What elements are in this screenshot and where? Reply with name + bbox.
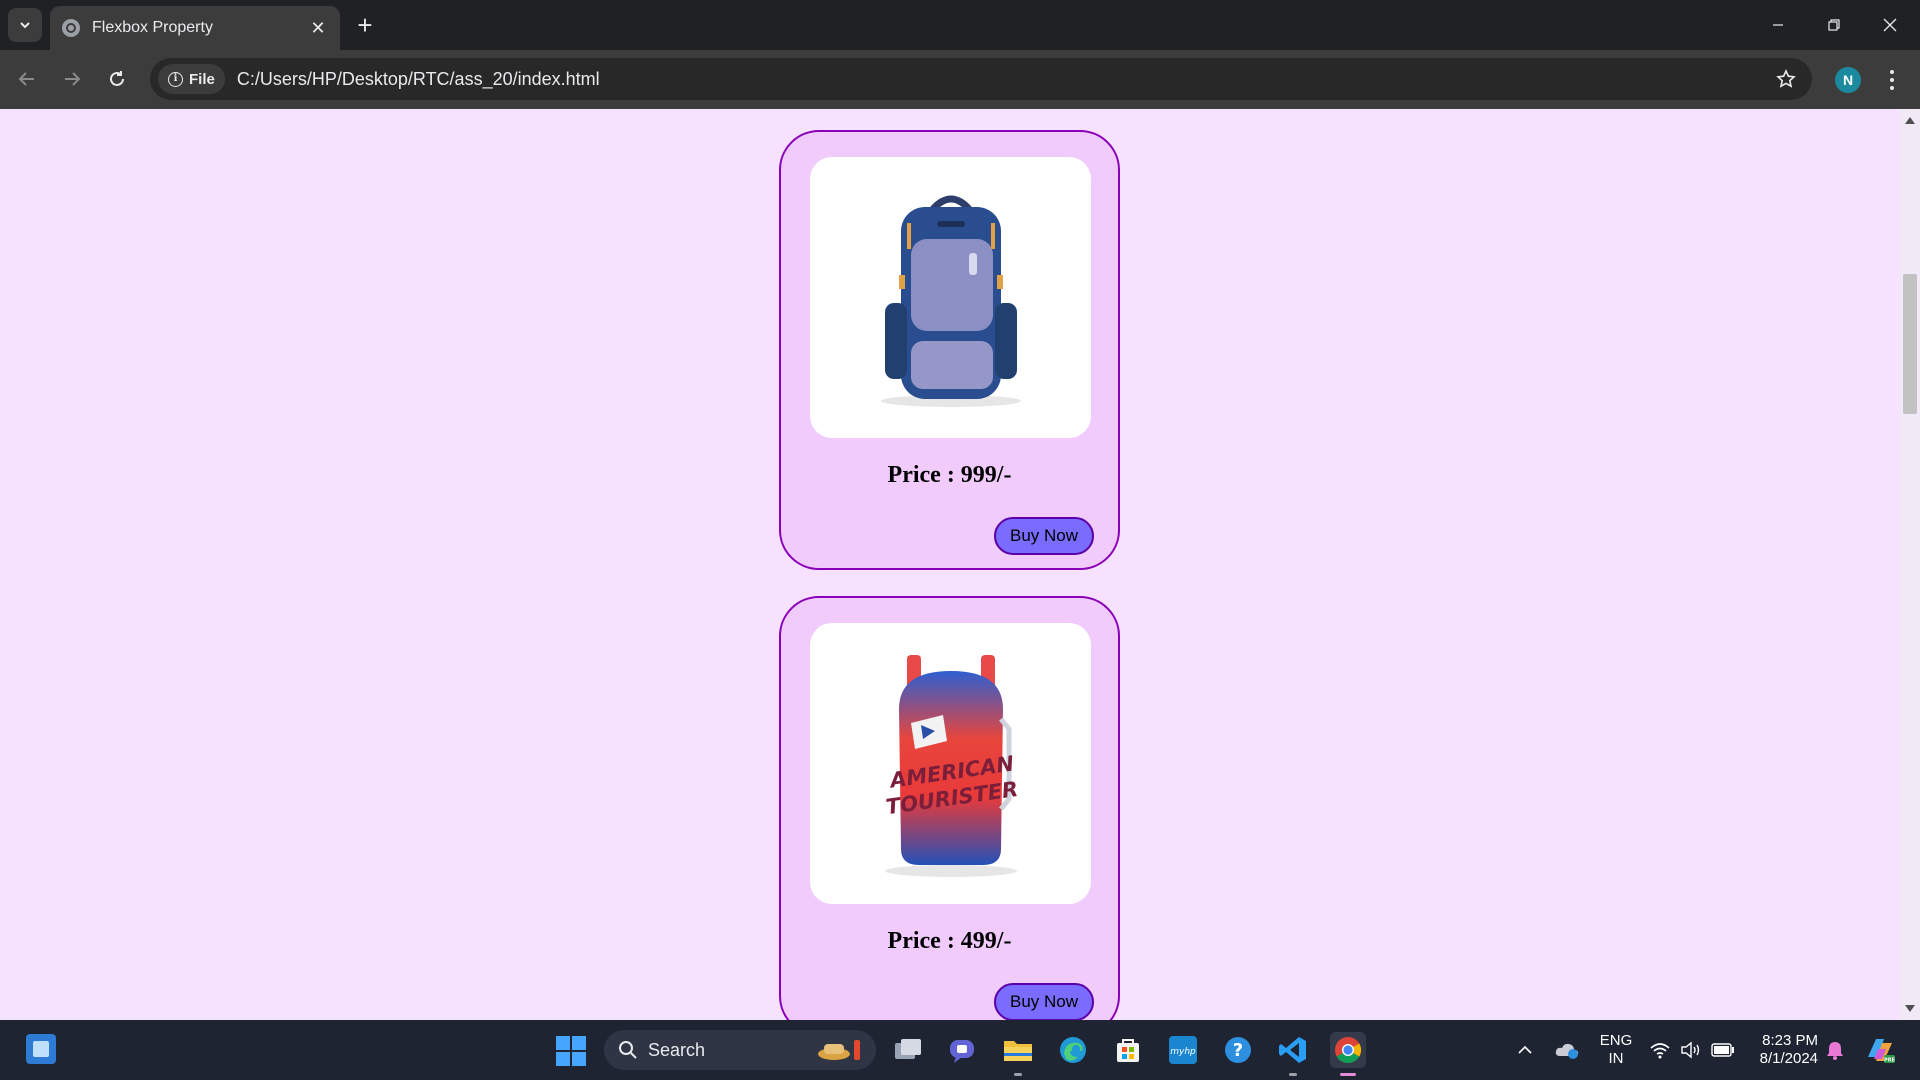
- start-button-icon[interactable]: [556, 1036, 586, 1066]
- vscode-icon[interactable]: [1275, 1032, 1311, 1076]
- restore-button[interactable]: [1806, 0, 1862, 50]
- edge-browser-icon[interactable]: [1055, 1032, 1091, 1068]
- page-viewport: Price : 999/- Buy Now AMERICAN TOURISTER…: [0, 109, 1920, 1020]
- address-bar[interactable]: i File C:/Users/HP/Desktop/RTC/ass_20/in…: [150, 58, 1812, 100]
- reload-button[interactable]: [100, 62, 134, 96]
- svg-text:?: ?: [1233, 1040, 1243, 1061]
- clock-time: 8:23 PM: [1762, 1032, 1818, 1049]
- chrome-icon[interactable]: [1330, 1032, 1366, 1076]
- more-menu-icon[interactable]: [1880, 64, 1904, 96]
- close-window-button[interactable]: [1862, 0, 1918, 50]
- notification-bell-icon[interactable]: [1822, 1032, 1848, 1068]
- arrow-right-icon: [65, 72, 81, 86]
- browser-tab[interactable]: Flexbox Property ✕: [50, 6, 340, 50]
- task-view-icon[interactable]: [890, 1032, 926, 1068]
- clock-date: 8/1/2024: [1759, 1050, 1818, 1067]
- wifi-icon[interactable]: [1645, 1032, 1675, 1068]
- navy-backpack-image: [880, 195, 1021, 407]
- microsoft-store-icon[interactable]: [1110, 1032, 1146, 1068]
- new-tab-button[interactable]: +: [352, 12, 378, 38]
- search-highlight-icon: [818, 1040, 860, 1060]
- teams-chat-icon[interactable]: [945, 1032, 981, 1068]
- minimize-icon: [1773, 24, 1783, 26]
- widgets-icon[interactable]: [26, 1034, 56, 1064]
- file-chip-label: File: [189, 70, 215, 88]
- windows-taskbar: Search myhp ? ENG IN 8:23 PM 8/1/2024 PR…: [0, 1020, 1920, 1080]
- product-card: AMERICAN TOURISTER Price : 499/- Buy Now: [779, 596, 1120, 1020]
- scrollbar-thumb[interactable]: [1903, 274, 1917, 414]
- tab-strip: Flexbox Property ✕ +: [0, 0, 1920, 50]
- file-explorer-icon[interactable]: [1000, 1032, 1036, 1076]
- bookmark-star-icon[interactable]: [1770, 63, 1802, 95]
- product-image: [810, 157, 1091, 438]
- profile-avatar[interactable]: N: [1835, 67, 1861, 93]
- chevron-down-icon: [20, 22, 30, 29]
- forward-button[interactable]: [55, 62, 89, 96]
- price-label: Price : 499/-: [887, 928, 1012, 954]
- scroll-down-arrow-icon[interactable]: [1905, 1005, 1915, 1012]
- copilot-icon[interactable]: PRE: [1860, 1032, 1900, 1068]
- search-icon: [619, 1041, 637, 1059]
- info-icon: i: [168, 71, 183, 87]
- url-text[interactable]: C:/Users/HP/Desktop/RTC/ass_20/index.htm…: [237, 69, 1770, 90]
- svg-text:myhp: myhp: [1170, 1047, 1196, 1057]
- myhp-app-icon[interactable]: myhp: [1165, 1032, 1201, 1068]
- close-tab-icon[interactable]: ✕: [308, 18, 328, 39]
- buy-now-button[interactable]: Buy Now: [994, 517, 1094, 555]
- show-hidden-icons-chevron-icon[interactable]: [1510, 1032, 1540, 1068]
- system-clock[interactable]: 8:23 PM 8/1/2024: [1748, 1032, 1818, 1068]
- scroll-up-arrow-icon[interactable]: [1905, 117, 1915, 124]
- help-icon[interactable]: ?: [1220, 1032, 1256, 1068]
- minimize-button[interactable]: [1750, 0, 1806, 50]
- region-code: IN: [1608, 1050, 1624, 1067]
- taskbar-search[interactable]: Search: [604, 1030, 876, 1070]
- close-icon: [1883, 18, 1897, 32]
- product-card: Price : 999/- Buy Now: [779, 130, 1120, 570]
- product-image: AMERICAN TOURISTER: [810, 623, 1091, 904]
- search-label: Search: [648, 1039, 706, 1060]
- volume-icon[interactable]: [1676, 1032, 1706, 1068]
- back-button[interactable]: [10, 62, 44, 96]
- language-code: ENG: [1599, 1032, 1633, 1049]
- price-label: Price : 999/-: [887, 462, 1012, 488]
- vertical-scrollbar[interactable]: [1900, 109, 1920, 1020]
- reload-icon: [110, 71, 124, 86]
- onedrive-cloud-icon[interactable]: [1550, 1032, 1584, 1068]
- language-indicator[interactable]: ENG IN: [1598, 1032, 1634, 1068]
- battery-icon[interactable]: [1707, 1032, 1739, 1068]
- buy-now-button[interactable]: Buy Now: [994, 983, 1094, 1020]
- arrow-left-icon: [18, 72, 34, 86]
- svg-text:PRE: PRE: [1884, 1058, 1896, 1064]
- restore-icon: [1828, 19, 1840, 31]
- globe-icon: [62, 19, 80, 37]
- site-info-chip[interactable]: i File: [158, 64, 225, 94]
- browser-toolbar: i File C:/Users/HP/Desktop/RTC/ass_20/in…: [0, 50, 1920, 109]
- tab-search-button[interactable]: [8, 8, 42, 42]
- red-blue-backpack-image: AMERICAN TOURISTER: [884, 654, 1019, 877]
- tab-title: Flexbox Property: [92, 19, 213, 36]
